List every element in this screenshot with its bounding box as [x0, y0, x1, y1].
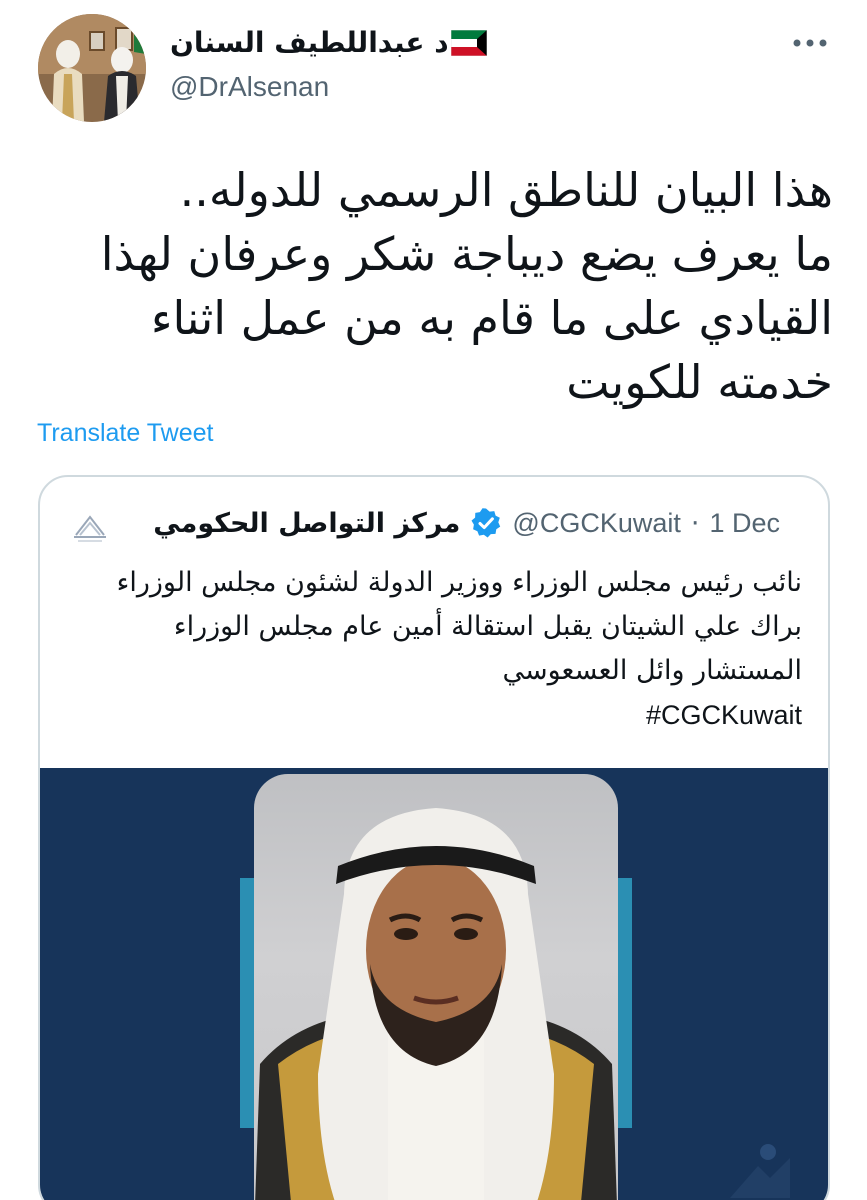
author-avatar[interactable]	[38, 14, 146, 122]
quoted-author-avatar	[70, 507, 110, 547]
image-logo-mark	[730, 1144, 790, 1198]
quoted-tweet-hashtag[interactable]: #CGCKuwait	[62, 693, 802, 737]
author-handle[interactable]: @DrAlsenan	[170, 68, 329, 106]
image-accent-bar-right	[616, 878, 632, 1128]
verified-badge-icon	[471, 508, 501, 538]
tweet-view: د عبداللطيف السنان @DrAlsenan هذا البيان…	[0, 0, 867, 1200]
author-name-row[interactable]: د عبداللطيف السنان	[170, 24, 490, 62]
quoted-author-handle: @CGCKuwait	[512, 507, 681, 538]
kuwait-flag-icon	[450, 30, 487, 56]
quoted-tweet-text: نائب رئيس مجلس الوزراء ووزير الدولة لشئو…	[62, 561, 802, 737]
translate-tweet-link[interactable]: Translate Tweet	[37, 416, 213, 450]
author-display-name: د عبداللطيف السنان	[170, 26, 449, 59]
quoted-tweet-card[interactable]: مركز التواصل الحكومي @CGCKuwait · 1 Dec …	[38, 475, 830, 1200]
quoted-tweet-image[interactable]	[40, 768, 828, 1200]
quoted-tweet-header: مركز التواصل الحكومي @CGCKuwait · 1 Dec	[153, 507, 780, 539]
official-portrait	[254, 774, 618, 1200]
tweet-text: هذا البيان للناطق الرسمي للدوله.. ما يعر…	[100, 163, 833, 409]
more-options-icon[interactable]	[790, 28, 830, 58]
quoted-tweet-body: نائب رئيس مجلس الوزراء ووزير الدولة لشئو…	[116, 567, 802, 686]
separator-dot: ·	[690, 507, 700, 539]
quoted-tweet-date[interactable]: 1 Dec	[709, 508, 780, 539]
quoted-author-name: مركز التواصل الحكومي	[153, 507, 461, 539]
